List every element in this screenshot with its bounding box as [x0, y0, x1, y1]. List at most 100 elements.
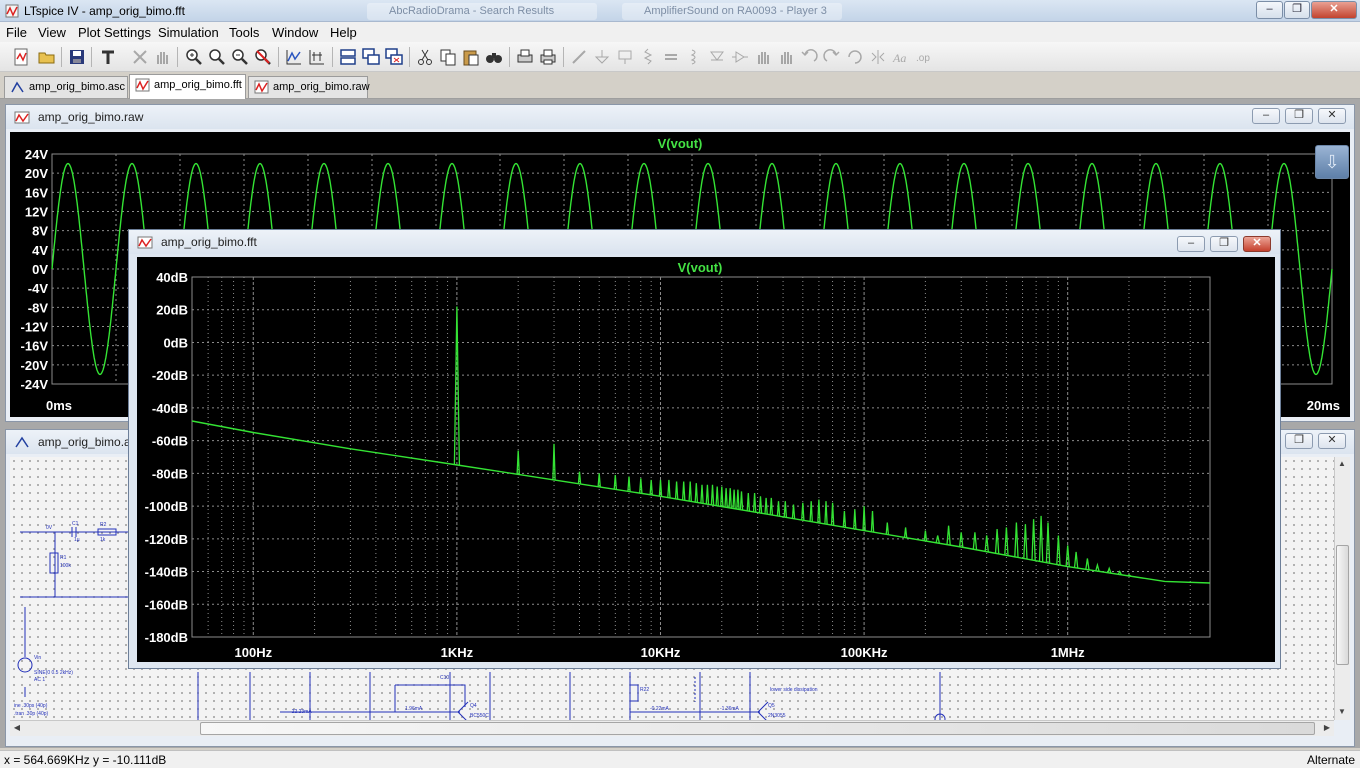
spice-directive-icon[interactable]: .op — [914, 47, 934, 67]
ground-icon[interactable] — [592, 47, 612, 67]
scroll-down-arrow-icon[interactable]: ▼ — [1335, 705, 1349, 719]
schematic-maximize-button[interactable]: ❐ — [1285, 433, 1313, 449]
cascade-icon[interactable] — [361, 47, 381, 67]
scroll-right-arrow-icon[interactable]: ▶ — [1320, 721, 1334, 735]
redo-icon[interactable] — [822, 47, 842, 67]
fft-harmonic-peak — [694, 483, 699, 503]
scroll-up-arrow-icon[interactable]: ▲ — [1335, 457, 1349, 471]
fft-harmonic-peak — [817, 499, 821, 524]
tab-amp-orig-bimo-fft[interactable]: amp_orig_bimo.fft — [129, 74, 246, 99]
y-tick-label: -40dB — [152, 401, 188, 416]
menu-window[interactable]: Window — [272, 25, 318, 40]
print-icon[interactable] — [538, 47, 558, 67]
menu-file[interactable]: File — [6, 25, 27, 40]
app-title-bar[interactable]: LTspice IV - amp_orig_bimo.fft AbcRadioD… — [0, 0, 1360, 22]
app-title: LTspice IV - amp_orig_bimo.fft — [24, 4, 185, 18]
close-all-icon[interactable] — [384, 47, 404, 67]
paste-icon[interactable] — [461, 47, 481, 67]
text-icon[interactable]: Aa — [891, 47, 911, 67]
background-window-tab[interactable]: AbcRadioDrama - Search Results — [367, 3, 597, 20]
app-minimize-button[interactable]: – — [1256, 1, 1283, 19]
undo-icon[interactable] — [799, 47, 819, 67]
open-icon[interactable] — [37, 47, 57, 67]
capacitor-icon[interactable] — [661, 47, 681, 67]
resistor-icon[interactable] — [638, 47, 658, 67]
tile-horizontally-icon[interactable] — [338, 47, 358, 67]
schematic-close-button[interactable]: ✕ — [1318, 433, 1346, 449]
zoom-cancel-icon[interactable] — [253, 47, 273, 67]
fft-harmonic-peak — [769, 497, 774, 515]
manual-limits-icon[interactable] — [307, 47, 327, 67]
y-tick-label: -20dB — [152, 368, 188, 383]
schematic-label: C10 — [440, 675, 449, 681]
inductor-icon[interactable] — [684, 47, 704, 67]
fft-close-button[interactable]: ✕ — [1243, 236, 1271, 252]
y-tick-label: 16V — [25, 185, 48, 200]
move-icon[interactable] — [753, 47, 773, 67]
zoom-out-icon[interactable] — [230, 47, 250, 67]
autorange-icon[interactable] — [284, 47, 304, 67]
menu-simulation[interactable]: Simulation — [158, 25, 219, 40]
scroll-down-icon[interactable]: ⇩ — [1315, 145, 1349, 179]
print-preview-icon[interactable] — [515, 47, 535, 67]
menu-view[interactable]: View — [38, 25, 66, 40]
fft-harmonic-peak — [946, 525, 951, 545]
background-window-tab[interactable]: AmplifierSound on RA0093 - Player 3 — [622, 3, 842, 20]
y-tick-label: -16V — [21, 339, 49, 354]
new-schematic-icon[interactable] — [12, 47, 32, 67]
waveform-icon — [135, 78, 150, 92]
vertical-scroll-thumb[interactable] — [1336, 545, 1349, 665]
schematic-vertical-scrollbar[interactable]: ▲ ▼ — [1334, 457, 1350, 720]
rotate-icon[interactable] — [845, 47, 865, 67]
fft-window[interactable]: amp_orig_bimo.fft – ❐ ✕ 40dB 20dB 0dB -20dB… — [128, 229, 1281, 669]
schematic-horizontal-scrollbar[interactable]: ◀ ▶ — [10, 720, 1334, 736]
copy-icon[interactable] — [438, 47, 458, 67]
fft-plot[interactable]: 40dB 20dB 0dB -20dB -40dB -60dB -80dB -100dB -12… — [137, 257, 1275, 662]
menu-help[interactable]: Help — [330, 25, 357, 40]
app-close-button[interactable]: ✕ — [1311, 1, 1357, 19]
mode-indicator: Alternate — [1307, 753, 1356, 767]
zoom-in-icon[interactable] — [184, 47, 204, 67]
mirror-icon[interactable] — [868, 47, 888, 67]
component-icon[interactable] — [730, 47, 750, 67]
diode-icon[interactable] — [707, 47, 727, 67]
fft-harmonic-peak — [728, 488, 732, 509]
fft-harmonic-peak — [1056, 535, 1061, 565]
raw-window-title-bar[interactable]: amp_orig_bimo.raw – ❐ ✕ — [6, 105, 1354, 129]
cursor-y-readout: y = -10.111dB — [93, 753, 167, 767]
menu-tools[interactable]: Tools — [229, 25, 259, 40]
app-restore-button[interactable]: ❐ — [1284, 1, 1310, 19]
drag-icon[interactable] — [776, 47, 796, 67]
control-panel-icon[interactable] — [98, 47, 118, 67]
fft-plot-pane[interactable]: 40dB 20dB 0dB -20dB -40dB -60dB -80dB -100dB -12… — [137, 257, 1275, 662]
scroll-left-arrow-icon[interactable]: ◀ — [10, 721, 24, 735]
label-icon[interactable] — [615, 47, 635, 67]
schematic-label: 0V — [46, 525, 53, 531]
raw-minimize-button[interactable]: – — [1252, 108, 1280, 124]
cut-icon[interactable] — [415, 47, 435, 67]
wire-icon[interactable] — [569, 47, 589, 67]
y-tick-label: -12V — [21, 320, 49, 335]
fft-minimize-button[interactable]: – — [1177, 236, 1205, 252]
mdi-client-area: amp_orig_bimo.raw – ❐ ✕ 24V 20V 16V 12V 8V 4V… — [0, 99, 1360, 748]
horizontal-scroll-thumb[interactable] — [200, 722, 1315, 735]
schematic-label: R1 — [60, 555, 67, 561]
raw-window-title: amp_orig_bimo.raw — [38, 110, 144, 124]
fft-maximize-button[interactable]: ❐ — [1210, 236, 1238, 252]
menu-plot-settings[interactable]: Plot Settings — [78, 25, 151, 40]
fft-window-title-bar[interactable]: amp_orig_bimo.fft – ❐ ✕ — [129, 230, 1280, 254]
halt-icon[interactable] — [152, 47, 172, 67]
run-icon[interactable] — [130, 47, 150, 67]
raw-close-button[interactable]: ✕ — [1318, 108, 1346, 124]
tab-amp-orig-bimo-asc[interactable]: amp_orig_bimo.asc — [4, 76, 128, 98]
find-icon[interactable] — [484, 47, 504, 67]
y-tick-label: -20V — [21, 358, 49, 373]
schematic-label: lower side dissipation — [770, 687, 818, 693]
zoom-area-icon[interactable] — [207, 47, 227, 67]
fft-harmonic-peak — [752, 492, 757, 513]
fft-harmonic-peak — [649, 479, 653, 495]
fft-harmonic-peak — [681, 481, 686, 501]
tab-amp-orig-bimo-raw[interactable]: amp_orig_bimo.raw — [248, 76, 370, 98]
save-icon[interactable] — [67, 47, 87, 67]
raw-maximize-button[interactable]: ❐ — [1285, 108, 1313, 124]
